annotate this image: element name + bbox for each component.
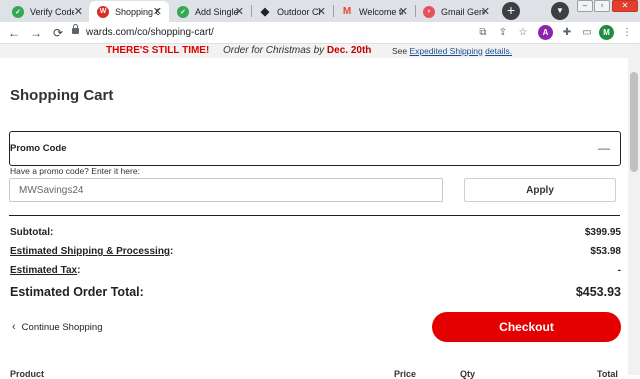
tab-welcome[interactable]: M Welcome to ✕ xyxy=(333,1,415,22)
close-icon[interactable]: ✕ xyxy=(235,5,244,18)
address-bar[interactable]: wards.com/co/shopping-cart/ xyxy=(86,27,214,38)
new-tab-button[interactable]: + xyxy=(502,2,520,20)
gmail-icon: M xyxy=(342,6,352,17)
tax-value: - xyxy=(617,265,621,276)
extensions-puzzle-icon[interactable]: ✚ xyxy=(560,26,574,40)
banner-see-prefix: See xyxy=(392,46,408,56)
promo-code-accordion[interactable]: Promo Code — xyxy=(9,131,621,166)
promo-code-label: Promo Code xyxy=(10,143,67,154)
subtotal-value: $399.95 xyxy=(584,227,621,238)
col-header-product: Product xyxy=(10,369,45,379)
tab-verify-code[interactable]: ✓ Verify Code ✕ xyxy=(4,1,90,22)
tab-gmail-generator[interactable]: ◗ Gmail Generator ✕ xyxy=(415,1,497,22)
col-header-total: Total xyxy=(597,369,618,379)
wards-icon: W xyxy=(97,5,109,18)
minimize-button[interactable]: – xyxy=(577,0,593,12)
details-link[interactable]: details. xyxy=(485,46,512,56)
shipping-value: $53.98 xyxy=(590,246,621,257)
side-panel-icon[interactable]: ▭ xyxy=(580,26,594,40)
promo-code-input[interactable] xyxy=(9,178,443,202)
tab-add-single-use[interactable]: ✓ Add Single-Use ✕ xyxy=(169,1,251,22)
profile-avatar[interactable]: M xyxy=(599,25,614,40)
page-scrollbar[interactable] xyxy=(628,44,640,375)
close-icon[interactable]: ✕ xyxy=(399,5,408,18)
subtotal-label: Subtotal: xyxy=(10,227,54,238)
close-icon[interactable]: ✕ xyxy=(74,5,83,18)
holiday-banner: THERE'S STILL TIME! Order for Christmas … xyxy=(0,44,628,58)
banner-message-prefix: Order for Christmas by xyxy=(223,45,325,56)
shipping-label[interactable]: Estimated Shipping & Processing xyxy=(10,246,170,257)
col-header-qty: Qty xyxy=(460,369,476,379)
bookmark-star-icon[interactable]: ☆ xyxy=(516,26,530,40)
divider xyxy=(9,215,620,216)
promo-help-text: Have a promo code? Enter it here: xyxy=(10,166,140,176)
col-header-price: Price xyxy=(394,369,417,379)
tab-outdoor-clothing[interactable]: ◆ Outdoor Clothing ✕ xyxy=(251,1,333,22)
tab-strip: ✓ Verify Code ✕ W Shopping Cart ✕ ✓ Add … xyxy=(0,0,640,22)
banner-see-details: See Expedited Shipping details. xyxy=(392,44,512,58)
order-total-value: $453.93 xyxy=(575,285,621,299)
menu-dots-icon[interactable]: ⋮ xyxy=(620,26,634,40)
page-title: Shopping Cart xyxy=(10,87,114,104)
chevron-left-icon: ‹ xyxy=(12,321,16,333)
close-icon[interactable]: ✕ xyxy=(317,5,326,18)
maximize-button[interactable]: ▫ xyxy=(594,0,610,12)
apply-button[interactable]: Apply xyxy=(464,178,616,202)
tag-icon: ◗ xyxy=(423,5,435,18)
order-total-label: Estimated Order Total: xyxy=(10,285,144,299)
translate-icon[interactable]: ⧉ xyxy=(476,26,490,40)
tab-search-button[interactable]: ▼ xyxy=(551,2,569,20)
close-icon[interactable]: ✕ xyxy=(153,5,162,18)
banner-message: Order for Christmas by Dec. 20th xyxy=(223,44,371,58)
browser-toolbar: ← → ⟳ wards.com/co/shopping-cart/ ⧉ ⇪ ☆ … xyxy=(0,22,640,44)
checkout-button[interactable]: Checkout xyxy=(432,312,621,342)
tab-title: Verify Code xyxy=(30,6,74,17)
close-icon[interactable]: ✕ xyxy=(481,5,490,18)
banner-date: Dec. 20th xyxy=(326,45,372,56)
back-arrow-icon[interactable]: ← xyxy=(6,25,22,41)
check-icon: ✓ xyxy=(12,5,24,18)
collapse-icon[interactable]: — xyxy=(598,141,610,155)
tab-shopping-cart[interactable]: W Shopping Cart ✕ xyxy=(89,1,169,22)
window-close-button[interactable]: ✕ xyxy=(612,0,638,12)
continue-shopping-link[interactable]: ‹ Continue Shopping xyxy=(12,321,103,333)
tab-title: Add Single-Use xyxy=(195,6,239,17)
tab-title: Gmail Generator xyxy=(441,6,485,17)
banner-headline: THERE'S STILL TIME! xyxy=(106,45,210,56)
tab-title: Outdoor Clothing xyxy=(277,6,321,17)
extension-avatar[interactable]: A xyxy=(538,25,553,40)
check-icon: ✓ xyxy=(177,5,189,18)
tab-title: Welcome to xyxy=(359,6,403,17)
tax-label[interactable]: Estimated Tax xyxy=(10,265,77,276)
continue-shopping-label: Continue Shopping xyxy=(21,322,103,333)
lock-icon xyxy=(72,24,79,34)
diamond-icon: ◆ xyxy=(260,6,270,18)
reload-icon[interactable]: ⟳ xyxy=(50,25,66,41)
share-icon[interactable]: ⇪ xyxy=(496,26,510,40)
forward-arrow-icon[interactable]: → xyxy=(28,25,44,41)
scrollbar-thumb[interactable] xyxy=(630,72,638,172)
expedited-shipping-link[interactable]: Expedited Shipping xyxy=(410,46,483,56)
